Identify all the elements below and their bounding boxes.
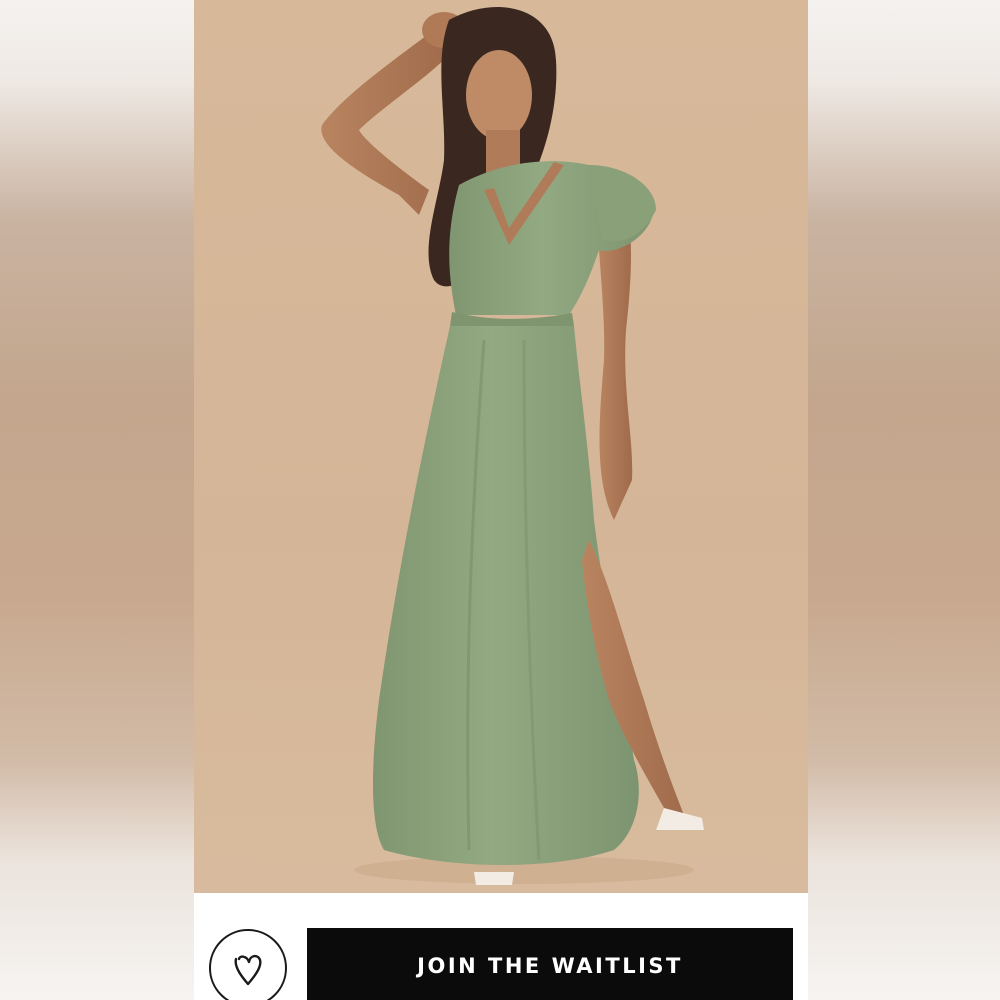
listing-screen: JOIN THE WAITLIST (0, 0, 1000, 1000)
blurred-background-left (0, 0, 194, 1000)
like-button[interactable] (209, 929, 287, 1000)
product-card: JOIN THE WAITLIST (194, 0, 808, 1000)
product-photo[interactable] (194, 0, 808, 893)
heart-icon (234, 954, 262, 986)
action-bar: JOIN THE WAITLIST (194, 893, 808, 1000)
join-waitlist-button[interactable]: JOIN THE WAITLIST (307, 928, 793, 1000)
model-in-green-dress-illustration (321, 7, 704, 885)
blurred-background-right (808, 0, 1000, 1000)
